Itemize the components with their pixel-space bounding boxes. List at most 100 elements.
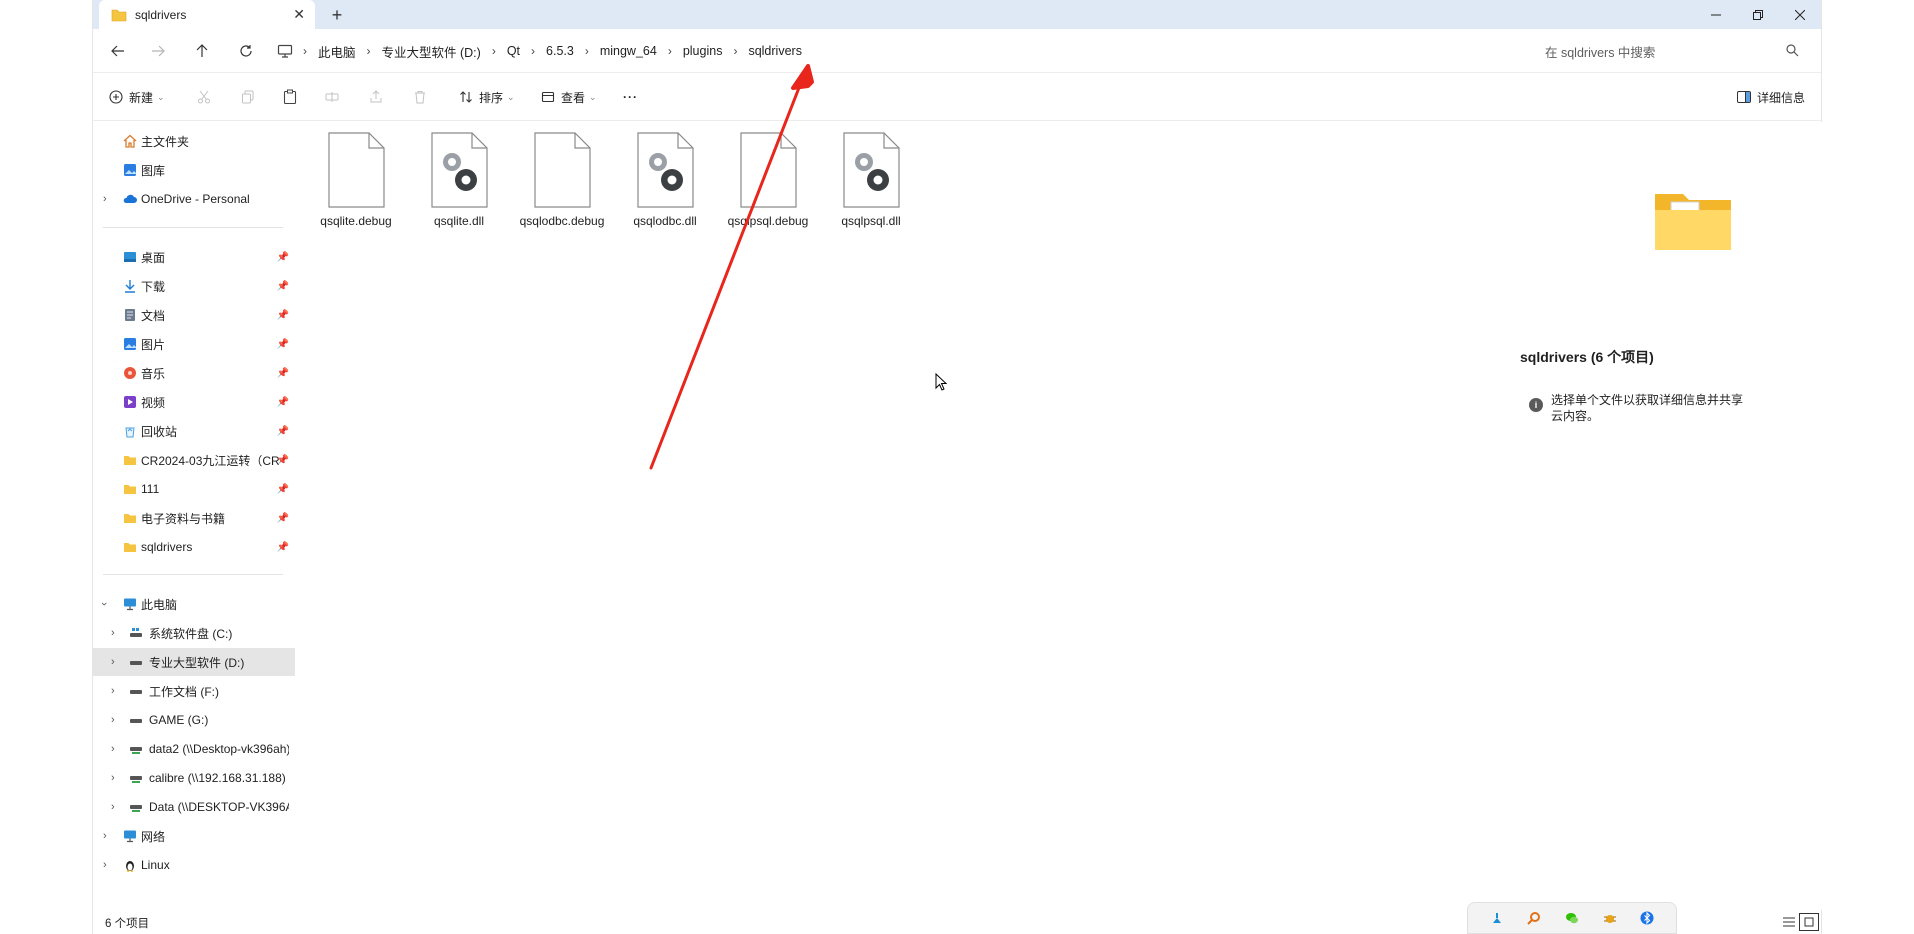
sidebar-item-folder-cr2024[interactable]: CR2024-03九江运转（CR40 📌	[93, 446, 295, 474]
sidebar-item-downloads[interactable]: 下载 📌	[93, 272, 295, 300]
pin-icon[interactable]: 📌	[277, 281, 289, 292]
chevron-right-icon[interactable]: ›	[111, 743, 115, 755]
sidebar-item-drive-f[interactable]: › 工作文档 (F:)	[93, 677, 295, 705]
new-tab-button[interactable]: +	[325, 3, 349, 27]
view-button[interactable]: 查看 ⌄	[541, 83, 597, 111]
crumb-qt[interactable]: Qt	[498, 44, 529, 58]
sidebar-item-gallery[interactable]: 图库	[93, 156, 295, 184]
crumb-mingw[interactable]: mingw_64	[591, 44, 666, 58]
sidebar-item-documents[interactable]: 文档 📌	[93, 301, 295, 329]
minimize-button[interactable]	[1695, 0, 1737, 29]
chevron-right-icon[interactable]: ›	[111, 656, 115, 668]
file-item-qsqlite-debug[interactable]: qsqlite.debug	[306, 132, 406, 228]
cut-button[interactable]	[197, 83, 211, 111]
forward-button[interactable]	[143, 37, 173, 65]
sidebar-item-home[interactable]: 主文件夹	[93, 127, 295, 155]
chevron-right-icon[interactable]: ›	[111, 685, 115, 697]
tab-sqldrivers[interactable]: sqldrivers ✕	[99, 0, 315, 29]
restore-button[interactable]	[1737, 0, 1779, 29]
sidebar-item-drive-d[interactable]: › 专业大型软件 (D:)	[93, 648, 295, 676]
chevron-right-icon[interactable]: ›	[111, 714, 115, 726]
sidebar-item-pictures[interactable]: 图片 📌	[93, 330, 295, 358]
chevron-right-icon[interactable]: ›	[301, 44, 309, 58]
file-item-qsqlpsql-debug[interactable]: qsqlpsql.debug	[718, 132, 818, 228]
chevron-right-icon[interactable]: ›	[103, 830, 107, 842]
sidebar-item-network-drive-calibre[interactable]: › calibre (\\192.168.31.188) (Y	[93, 764, 295, 792]
pin-icon[interactable]: 📌	[277, 368, 289, 379]
sidebar-item-network-drive-data2[interactable]: › data2 (\\Desktop-vk396ah)	[93, 735, 295, 763]
file-item-qsqlpsql-dll[interactable]: qsqlpsql.dll	[821, 132, 921, 228]
copy-button[interactable]	[241, 83, 255, 111]
sidebar-item-videos[interactable]: 视频 📌	[93, 388, 295, 416]
trash-icon	[415, 91, 425, 104]
tray-app-icon[interactable]	[1564, 910, 1580, 926]
tray-app-icon[interactable]	[1639, 910, 1655, 926]
chevron-right-icon[interactable]: ›	[490, 44, 498, 58]
crumb-drive-d[interactable]: 专业大型软件 (D:)	[373, 42, 490, 61]
pin-icon[interactable]: 📌	[277, 455, 289, 466]
crumb-version[interactable]: 6.5.3	[537, 44, 583, 58]
new-button[interactable]: 新建 ⌄	[109, 83, 165, 111]
pin-icon[interactable]: 📌	[277, 484, 289, 495]
chevron-right-icon[interactable]: ›	[111, 801, 115, 813]
chevron-right-icon[interactable]: ›	[666, 44, 674, 58]
chevron-right-icon[interactable]: ›	[111, 627, 115, 639]
tray-app-icon[interactable]	[1526, 910, 1542, 926]
share-button[interactable]	[369, 83, 383, 111]
pin-icon[interactable]: 📌	[277, 310, 289, 321]
sidebar-item-onedrive[interactable]: › OneDrive - Personal	[93, 185, 295, 213]
chevron-right-icon[interactable]: ›	[103, 859, 107, 871]
chevron-right-icon[interactable]: ›	[731, 44, 739, 58]
file-item-qsqlodbc-debug[interactable]: qsqlodbc.debug	[512, 132, 612, 228]
delete-button[interactable]	[413, 83, 427, 111]
paste-button[interactable]	[283, 83, 297, 111]
crumb-this-pc[interactable]: 此电脑	[309, 42, 365, 61]
file-item-qsqlite-dll[interactable]: qsqlite.dll	[409, 132, 509, 228]
sidebar-item-drive-c[interactable]: › 系统软件盘 (C:)	[93, 619, 295, 647]
sidebar-item-linux[interactable]: › Linux	[93, 851, 295, 879]
sidebar-item-this-pc[interactable]: › 此电脑	[93, 590, 295, 618]
details-view-button[interactable]	[1779, 913, 1799, 931]
back-button[interactable]	[103, 37, 133, 65]
pin-icon[interactable]: 📌	[277, 339, 289, 350]
dll-gear-file-icon	[637, 132, 694, 208]
refresh-button[interactable]	[231, 37, 261, 65]
tray-app-icon[interactable]	[1489, 910, 1505, 926]
chevron-right-icon[interactable]: ›	[103, 193, 107, 205]
pin-icon[interactable]: 📌	[277, 252, 289, 263]
sidebar-item-desktop[interactable]: 桌面 📌	[93, 243, 295, 271]
tray-app-icon[interactable]	[1602, 910, 1618, 926]
sidebar-item-folder-111[interactable]: 111 📌	[93, 475, 295, 503]
pin-icon[interactable]: 📌	[277, 542, 289, 553]
sidebar-item-music[interactable]: 音乐 📌	[93, 359, 295, 387]
chevron-right-icon[interactable]: ›	[111, 772, 115, 784]
up-button[interactable]	[187, 37, 217, 65]
computer-icon[interactable]	[277, 44, 293, 58]
chevron-right-icon[interactable]: ›	[365, 44, 373, 58]
sidebar-item-network[interactable]: › 网络	[93, 822, 295, 850]
more-options-button[interactable]: ···	[623, 83, 638, 111]
chevron-right-icon[interactable]: ›	[529, 44, 537, 58]
details-pane-button[interactable]: 详细信息	[1736, 83, 1805, 111]
sidebar-item-network-drive-data[interactable]: › Data (\\DESKTOP-VK396AH)	[93, 793, 295, 821]
sidebar-divider	[103, 574, 283, 575]
chevron-right-icon[interactable]: ›	[583, 44, 591, 58]
pin-icon[interactable]: 📌	[277, 513, 289, 524]
chevron-down-icon[interactable]: ›	[98, 602, 110, 606]
sidebar-item-folder-books[interactable]: 电子资料与书籍 📌	[93, 504, 295, 532]
file-item-qsqlodbc-dll[interactable]: qsqlodbc.dll	[615, 132, 715, 228]
rename-button[interactable]	[325, 83, 339, 111]
file-list-area[interactable]: qsqlite.debug qsqlite.dll qsqlodbc.debug…	[295, 122, 1425, 910]
crumb-sqldrivers[interactable]: sqldrivers	[739, 44, 811, 58]
sidebar-item-folder-sqldrivers[interactable]: sqldrivers 📌	[93, 533, 295, 561]
sidebar-item-recycle-bin[interactable]: 回收站 📌	[93, 417, 295, 445]
large-icons-view-button[interactable]	[1799, 913, 1819, 931]
search-input[interactable]: 在 sqldrivers 中搜索	[1367, 37, 1807, 65]
crumb-plugins[interactable]: plugins	[674, 44, 732, 58]
close-window-button[interactable]	[1779, 0, 1821, 29]
pin-icon[interactable]: 📌	[277, 397, 289, 408]
sidebar-item-drive-g[interactable]: › GAME (G:)	[93, 706, 295, 734]
sort-button[interactable]: 排序 ⌄	[459, 83, 515, 111]
close-tab-icon[interactable]: ✕	[293, 6, 305, 23]
pin-icon[interactable]: 📌	[277, 426, 289, 437]
